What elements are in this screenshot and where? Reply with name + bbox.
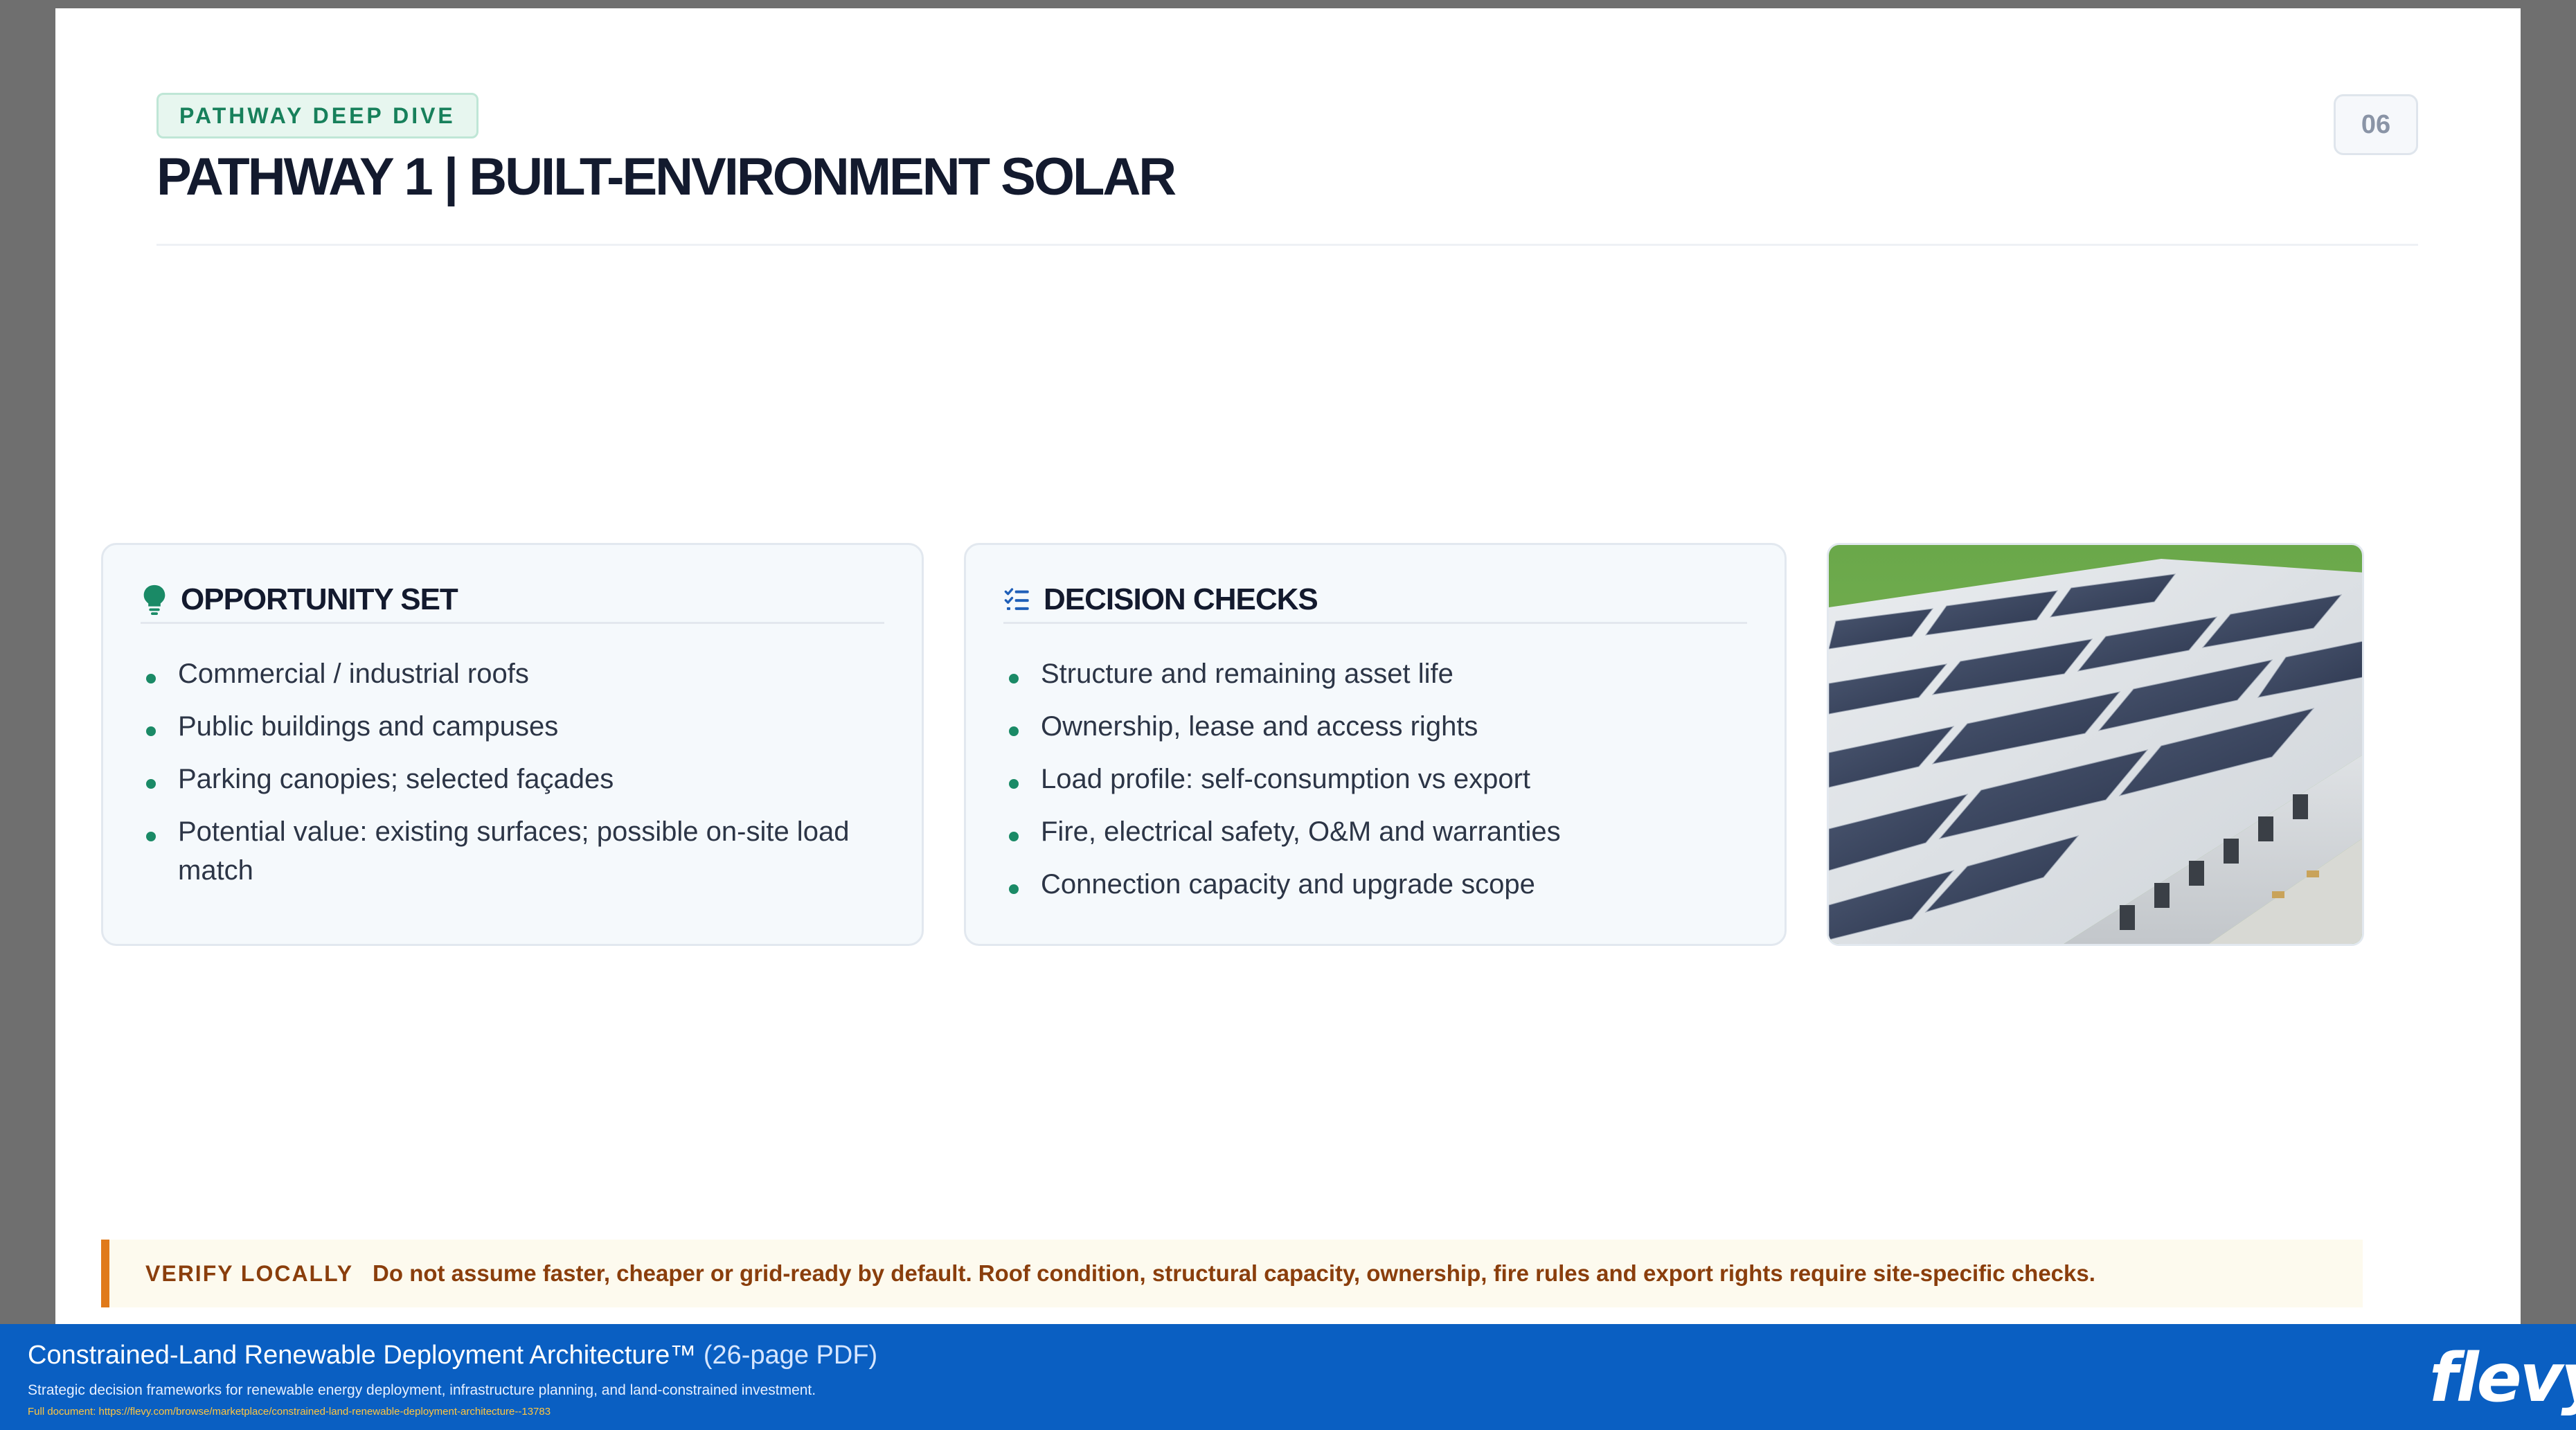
opportunity-card-header: OPPORTUNITY SET	[141, 584, 884, 624]
page-number-badge: 06	[2334, 94, 2418, 155]
notice-text: Do not assume faster, cheaper or grid-re…	[373, 1260, 2095, 1286]
bullet-dot	[146, 726, 156, 736]
decision-list: Structure and remaining asset life Owner…	[1003, 654, 1743, 918]
banner-page-count: (26-page PDF)	[703, 1341, 878, 1370]
list-item-text: Load profile: self-consumption vs export	[1041, 764, 1531, 794]
opportunity-card: OPPORTUNITY SET Commercial / industrial …	[101, 543, 924, 946]
list-item: Connection capacity and upgrade scope	[1003, 865, 1743, 904]
bullet-dot	[1009, 832, 1019, 841]
section-tag: PATHWAY DEEP DIVE	[156, 93, 478, 138]
list-item-text: Fire, electrical safety, O&M and warrant…	[1041, 816, 1561, 847]
notice-label: VERIFY LOCALLY	[145, 1260, 354, 1286]
list-item: Load profile: self-consumption vs export	[1003, 760, 1743, 798]
list-item-text: Parking canopies; selected façades	[178, 764, 614, 794]
bullet-dot	[146, 674, 156, 683]
list-item-text: Commercial / industrial roofs	[178, 659, 529, 689]
list-item: Potential value: existing surfaces; poss…	[141, 812, 880, 890]
lightbulb-icon	[143, 584, 166, 616]
checklist-icon	[1004, 588, 1029, 610]
rooftop-solar-illustration	[1829, 545, 2362, 944]
opportunity-list: Commercial / industrial roofs Public bui…	[141, 654, 880, 904]
decision-card-header: DECISION CHECKS	[1003, 584, 1747, 624]
list-item-text: Structure and remaining asset life	[1041, 659, 1454, 689]
list-item: Fire, electrical safety, O&M and warrant…	[1003, 812, 1743, 851]
verify-locally-notice: VERIFY LOCALLY Do not assume faster, che…	[101, 1240, 2363, 1307]
list-item-text: Potential value: existing surfaces; poss…	[178, 816, 850, 886]
list-item: Commercial / industrial roofs	[141, 654, 880, 693]
list-item-text: Connection capacity and upgrade scope	[1041, 869, 1535, 900]
banner-subtitle: Strategic decision frameworks for renewa…	[28, 1382, 816, 1398]
bullet-dot	[1009, 779, 1019, 789]
list-item-text: Public buildings and campuses	[178, 711, 559, 742]
list-item: Parking canopies; selected façades	[141, 760, 880, 798]
list-item: Public buildings and campuses	[141, 707, 880, 746]
decision-card: DECISION CHECKS Structure and remaining …	[964, 543, 1787, 946]
list-item-text: Ownership, lease and access rights	[1041, 711, 1478, 742]
flevy-logo[interactable]: flevy	[2429, 1339, 2576, 1417]
banner-title-text: Constrained-Land Renewable Deployment Ar…	[28, 1341, 697, 1370]
opportunity-heading: OPPORTUNITY SET	[181, 582, 458, 616]
page-title: PATHWAY 1 | BUILT-ENVIRONMENT SOLAR	[156, 148, 1177, 206]
list-item: Ownership, lease and access rights	[1003, 707, 1743, 746]
decision-heading: DECISION CHECKS	[1044, 582, 1318, 616]
rooftop-solar-photo	[1827, 543, 2364, 946]
title-divider	[156, 244, 2418, 246]
bullet-dot	[146, 779, 156, 789]
bullet-dot	[1009, 674, 1019, 683]
banner-title: Constrained-Land Renewable Deployment Ar…	[28, 1341, 877, 1370]
bullet-dot	[1009, 884, 1019, 894]
bullet-dot	[146, 832, 156, 841]
banner-link[interactable]: Full document: https://flevy.com/browse/…	[28, 1406, 551, 1418]
bullet-dot	[1009, 726, 1019, 736]
list-item: Structure and remaining asset life	[1003, 654, 1743, 693]
document-banner[interactable]: Constrained-Land Renewable Deployment Ar…	[0, 1324, 2576, 1430]
